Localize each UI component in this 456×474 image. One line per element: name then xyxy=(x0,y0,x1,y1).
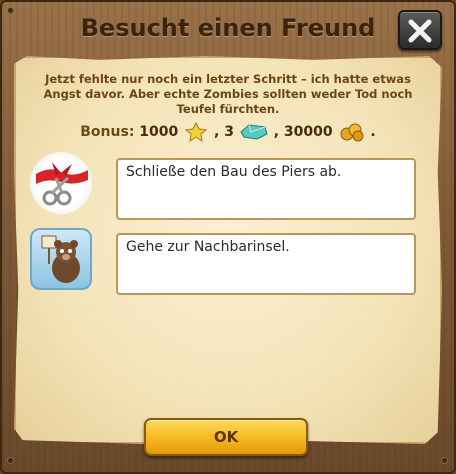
task-text-box: Schließe den Bau des Piers ab. xyxy=(116,158,416,220)
close-icon xyxy=(408,19,432,43)
task-text-box: Gehe zur Nachbarinsel. xyxy=(116,233,416,295)
quest-intro-text: Jetzt fehlte nur noch ein letzter Schrit… xyxy=(43,72,413,116)
bonus-coins-value: 30000 xyxy=(283,124,333,140)
bonus-sep: , xyxy=(273,124,280,140)
dialog-title: Besucht einen Freund xyxy=(80,14,376,42)
bonus-gems-value: 3 xyxy=(224,124,234,140)
nail-icon xyxy=(442,458,447,463)
close-button[interactable] xyxy=(398,10,442,50)
gem-icon xyxy=(240,124,268,140)
ok-button[interactable]: OK xyxy=(144,418,308,456)
bonus-sep: , xyxy=(214,124,220,140)
bonus-row: Bonus: 1000 , 3 , 30000 . xyxy=(0,121,456,144)
ribbon-scissors-icon xyxy=(30,152,92,214)
bear-sign-icon xyxy=(30,228,92,290)
bonus-label: Bonus: xyxy=(80,124,135,140)
bonus-xp-value: 1000 xyxy=(139,124,179,140)
coins-icon xyxy=(340,123,364,142)
nail-icon xyxy=(8,8,13,13)
star-icon xyxy=(184,121,208,143)
nail-icon xyxy=(8,458,13,463)
bonus-end: . xyxy=(370,124,376,140)
